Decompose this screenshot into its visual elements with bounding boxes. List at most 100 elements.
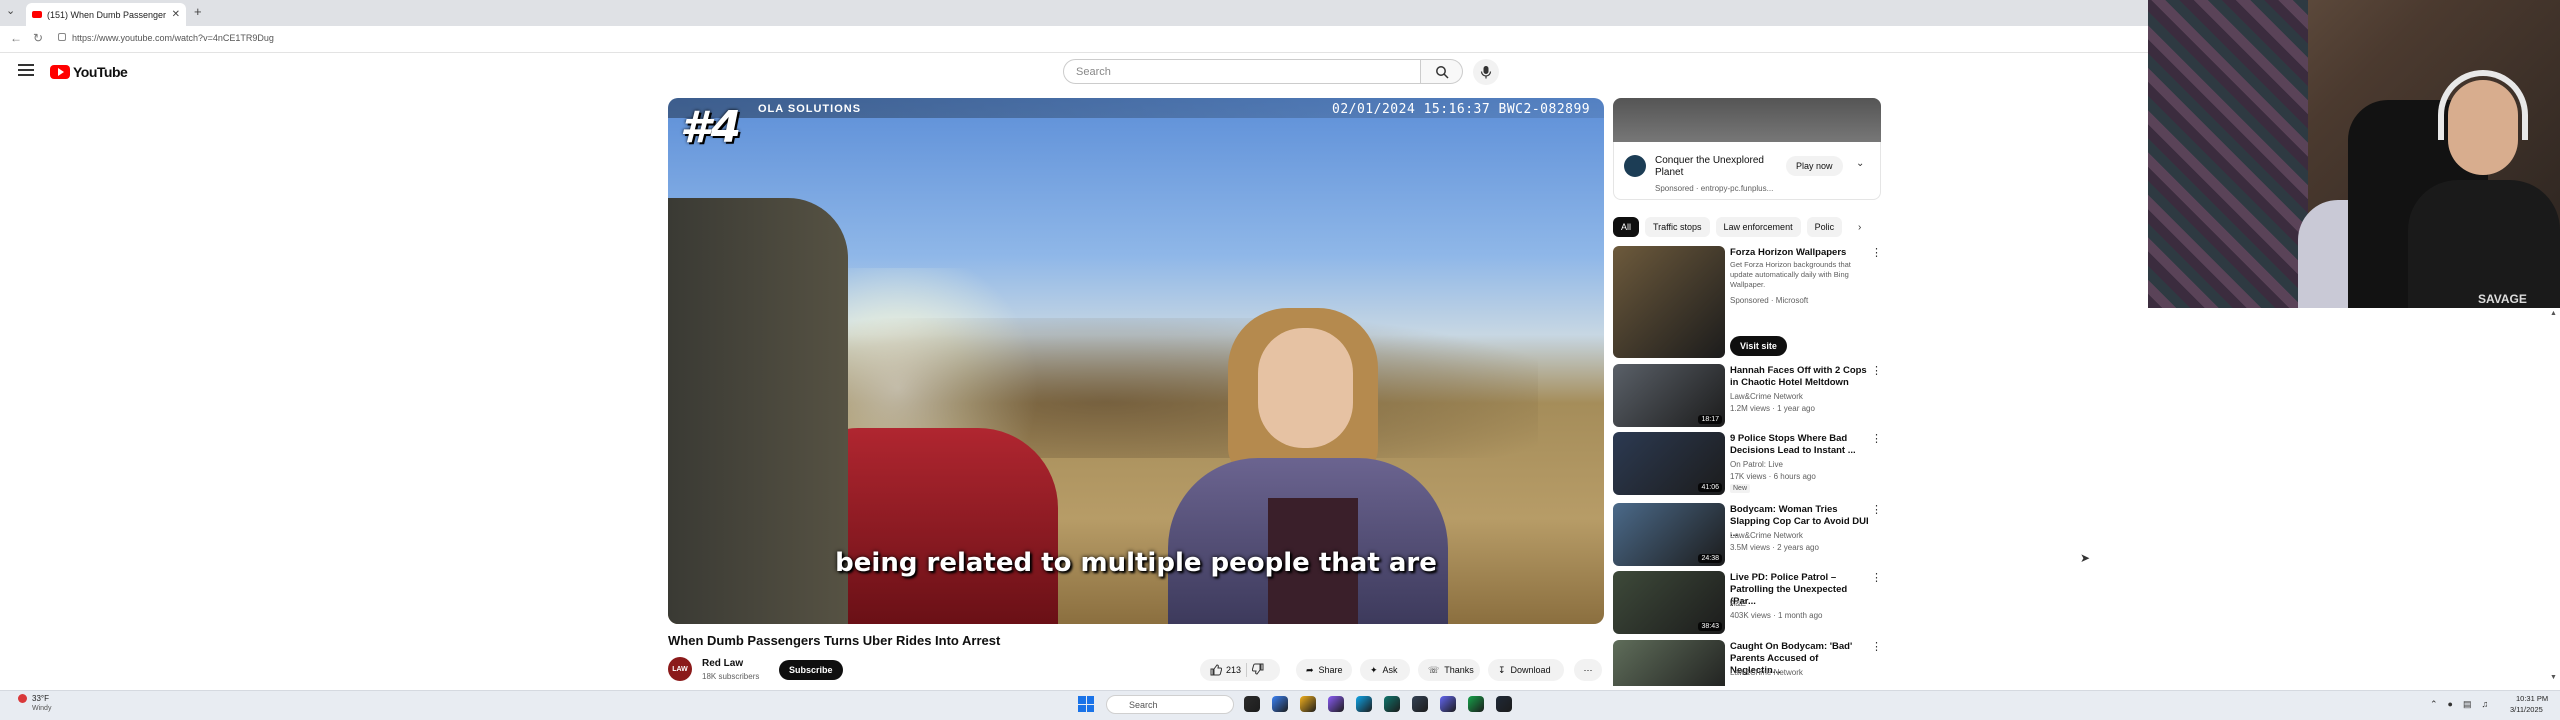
like-button[interactable]: 213 <box>1210 664 1241 676</box>
visit-site-button[interactable]: Visit site <box>1730 336 1787 356</box>
more-actions-button[interactable]: ⋯ <box>1574 659 1602 681</box>
more-vertical-icon[interactable]: ⋮ <box>1871 640 1882 653</box>
chip-all[interactable]: All <box>1613 217 1640 237</box>
chevron-right-icon[interactable]: › <box>1858 222 1861 233</box>
clock-date[interactable]: 3/11/2025 <box>2510 705 2543 714</box>
video-thumbnail[interactable] <box>1613 640 1725 686</box>
site-info-icon[interactable] <box>58 33 66 41</box>
recommendation-item[interactable]: 41:06 9 Police Stops Where Bad Decisions… <box>1613 432 1883 496</box>
video-title[interactable]: Hannah Faces Off with 2 Cops in Chaotic … <box>1730 365 1870 389</box>
ask-button[interactable]: ✦ Ask <box>1360 659 1410 681</box>
start-menu-icon[interactable] <box>1078 696 1094 712</box>
channel-name[interactable]: Red Law <box>702 658 743 669</box>
recommendation-item[interactable]: 24:38 Bodycam: Woman Tries Slapping Cop … <box>1613 503 1883 567</box>
video-duration: 24:38 <box>1698 554 1722 563</box>
passenger-face <box>1258 328 1353 448</box>
dislike-button[interactable] <box>1251 663 1264 677</box>
show-hidden-icons-icon[interactable]: ⌃ <box>2430 699 2438 710</box>
video-thumbnail[interactable]: 24:38 <box>1613 503 1725 566</box>
more-vertical-icon[interactable]: ⋮ <box>1871 364 1882 377</box>
ad-banner-image[interactable] <box>1613 98 1881 142</box>
channel-avatar[interactable]: LAW <box>668 657 692 681</box>
chip-traffic-stops[interactable]: Traffic stops <box>1645 217 1710 237</box>
streamer-shirt <box>2408 180 2560 308</box>
thanks-button[interactable]: ☏ Thanks <box>1418 659 1480 681</box>
menu-icon[interactable] <box>18 64 34 79</box>
network-icon[interactable]: ▤ <box>2463 699 2472 710</box>
browser-tab[interactable]: (151) When Dumb Passenger ✕ <box>26 3 186 26</box>
ad-sponsored-label: Sponsored · entropy-pc.funplus... <box>1655 184 1774 193</box>
channel-name[interactable]: On Patrol: Live <box>1730 460 1783 469</box>
video-player[interactable]: #4 OLA SOLUTIONS 02/01/2024 15:16:37 BWC… <box>668 98 1604 624</box>
taskbar-app-icon[interactable] <box>1384 696 1400 712</box>
bodycam-brand: OLA SOLUTIONS <box>758 103 862 115</box>
video-thumbnail[interactable]: 18:17 <box>1613 364 1725 427</box>
thanks-label: Thanks <box>1444 665 1474 675</box>
ad-title[interactable]: Conquer the Unexplored Planet <box>1655 155 1780 179</box>
recommendation-item[interactable]: 38:43 Live PD: Police Patrol – Patrollin… <box>1613 571 1883 635</box>
chip-police[interactable]: Polic <box>1806 217 1843 237</box>
youtube-play-icon <box>50 65 70 79</box>
chevron-down-icon[interactable]: ⌄ <box>1856 158 1864 169</box>
search-input[interactable]: Search <box>1063 59 1421 84</box>
youtube-logo[interactable]: YouTube <box>50 64 128 80</box>
weather-icon[interactable] <box>18 694 27 703</box>
video-title: When Dumb Passengers Turns Uber Rides In… <box>668 633 1001 648</box>
more-vertical-icon[interactable]: ⋮ <box>1871 432 1882 445</box>
taskbar-app-icon[interactable] <box>1468 696 1484 712</box>
ad-play-now-button[interactable]: Play now <box>1786 156 1843 176</box>
chip-law-enforcement[interactable]: Law enforcement <box>1715 217 1801 237</box>
video-thumbnail[interactable] <box>1613 246 1725 358</box>
subscribe-button[interactable]: Subscribe <box>779 660 843 680</box>
search-icon <box>1435 65 1449 79</box>
search-button[interactable] <box>1421 59 1463 84</box>
taskbar-app-icon[interactable] <box>1300 696 1316 712</box>
taskbar-app-icon[interactable] <box>1412 696 1428 712</box>
url-text[interactable]: https://www.youtube.com/watch?v=4nCE1TR9… <box>72 33 274 43</box>
recommendation-item[interactable]: Caught On Bodycam: 'Bad' Parents Accused… <box>1613 640 1883 686</box>
tab-list-chevron-icon[interactable]: ⌄ <box>6 4 15 17</box>
voice-search-button[interactable] <box>1473 59 1499 85</box>
video-title[interactable]: 9 Police Stops Where Bad Decisions Lead … <box>1730 433 1870 457</box>
scroll-up-arrow-icon[interactable]: ▲ <box>2550 310 2557 317</box>
video-thumbnail[interactable]: 41:06 <box>1613 432 1725 495</box>
clock-time[interactable]: 10:31 PM <box>2516 694 2548 703</box>
taskbar-app-icon[interactable] <box>1356 696 1372 712</box>
headset <box>2438 70 2528 140</box>
taskbar-app-icon[interactable] <box>1496 696 1512 712</box>
weather-temperature[interactable]: 33°F <box>32 694 49 703</box>
taskbar-app-icon[interactable] <box>1328 696 1344 712</box>
more-vertical-icon[interactable]: ⋮ <box>1871 503 1882 516</box>
video-subtitle: being related to multiple people that ar… <box>835 548 1437 578</box>
taskbar-app-icon[interactable] <box>1244 696 1260 712</box>
channel-name[interactable]: Law&Crime Network <box>1730 531 1803 540</box>
taskbar-app-list <box>1244 696 1512 712</box>
channel-name[interactable]: Law&Crime Network <box>1730 668 1803 677</box>
video-title[interactable]: Live PD: Police Patrol – Patrolling the … <box>1730 572 1870 608</box>
taskbar-app-icon[interactable] <box>1272 696 1288 712</box>
recommendation-item[interactable]: 18:17 Hannah Faces Off with 2 Cops in Ch… <box>1613 364 1883 428</box>
volume-icon[interactable]: ♫ <box>2482 699 2489 710</box>
back-arrow-icon[interactable]: ← <box>10 31 22 45</box>
video-title[interactable]: Forza Horizon Wallpapers <box>1730 247 1870 259</box>
microphone-icon[interactable]: ● <box>2448 699 2453 710</box>
channel-name[interactable]: Law&Crime Network <box>1730 392 1803 401</box>
download-button[interactable]: ↧ Download <box>1488 659 1564 681</box>
browser-tab-strip <box>0 0 2148 26</box>
sponsored-meta: Sponsored · Microsoft <box>1730 296 1809 305</box>
close-tab-icon[interactable]: ✕ <box>172 9 180 20</box>
taskbar-search-box[interactable]: Search <box>1106 695 1234 714</box>
thumbs-down-icon <box>1251 663 1264 675</box>
divider <box>1246 663 1248 677</box>
video-thumbnail[interactable]: 38:43 <box>1613 571 1725 634</box>
scroll-down-arrow-icon[interactable]: ▼ <box>2550 674 2557 681</box>
more-vertical-icon[interactable]: ⋮ <box>1871 246 1882 259</box>
new-tab-button[interactable]: + <box>194 4 202 19</box>
download-label: Download <box>1510 665 1551 675</box>
thanks-icon: ☏ <box>1428 664 1440 675</box>
more-vertical-icon[interactable]: ⋮ <box>1871 571 1882 584</box>
taskbar-app-icon[interactable] <box>1440 696 1456 712</box>
channel-name[interactable]: A&E <box>1730 599 1746 608</box>
reload-icon[interactable]: ↻ <box>33 31 43 45</box>
share-button[interactable]: ➦ Share <box>1296 659 1352 681</box>
